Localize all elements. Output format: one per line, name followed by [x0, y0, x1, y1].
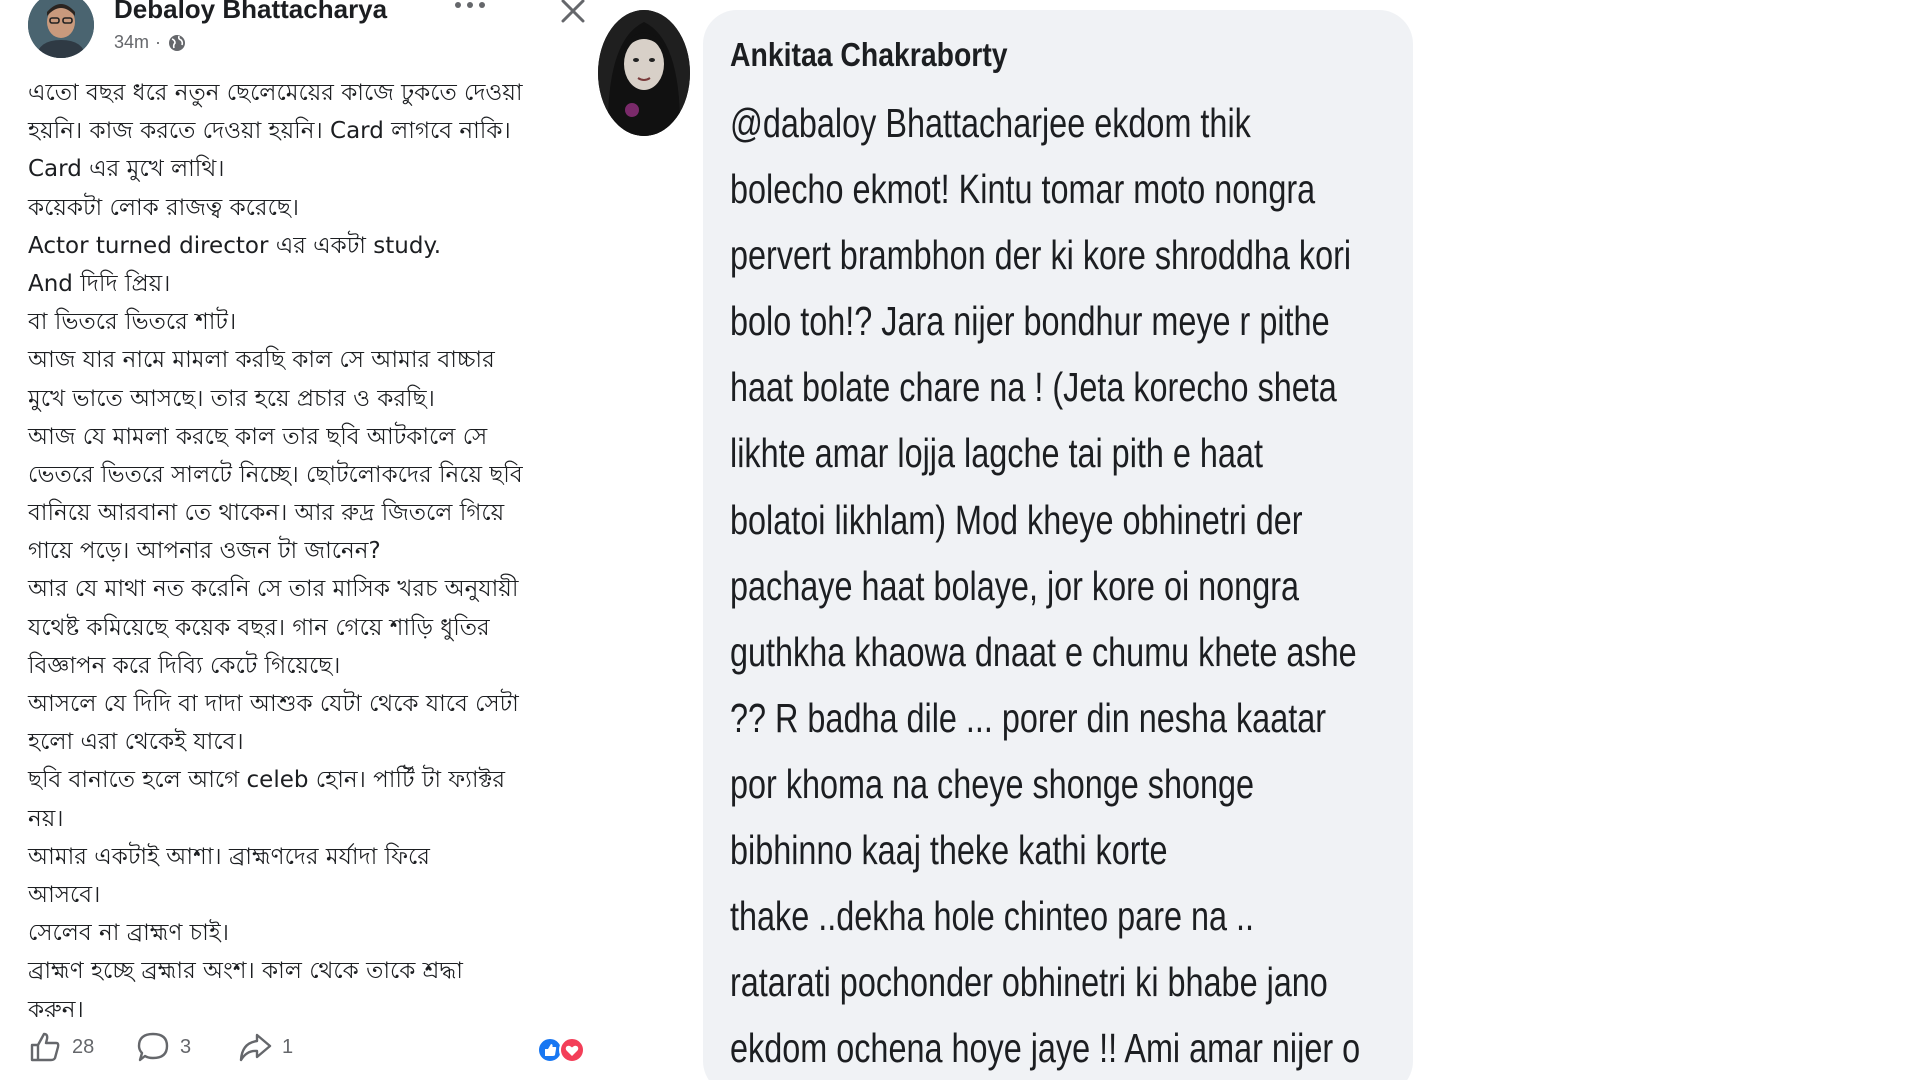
share-button[interactable]: 1 [238, 1030, 293, 1064]
comment-bubble: Ankitaa Chakraborty @dabaloy Bhattacharj… [703, 10, 1413, 1080]
post-line: Card এর মুখে লাথি। [28, 156, 225, 183]
post-line: ছবি বানাতে হলে আগে celeb হোন। পার্টি টা … [28, 767, 506, 794]
post-line: সেলেব না ব্রাহ্মণ চাই। [28, 920, 229, 947]
post-line: আজ যে মামলা করছে কাল তার ছবি আটকালে সে [28, 423, 488, 450]
love-reaction-icon [559, 1037, 585, 1063]
close-icon[interactable] [560, 0, 586, 24]
facebook-post: Debaloy Bhattacharya 34m · এতো বছর ধরে ন… [10, 0, 595, 1080]
post-line: মুখে ভাতে আসছে। তার হয়ে প্রচার ও করছি। [28, 385, 435, 412]
comment-line: pachaye haat bolaye, jor kore oi nongra [730, 562, 1300, 609]
comment-button[interactable]: 3 [136, 1030, 191, 1064]
post-time[interactable]: 34m [114, 32, 149, 53]
more-options-icon[interactable] [453, 0, 487, 12]
comment-line: likhte amar lojja lagche tai pith e haat [730, 430, 1263, 477]
post-header: Debaloy Bhattacharya 34m · [28, 0, 598, 65]
comment-line: bibhinno kaaj theke kathi korte [730, 827, 1168, 874]
comment-line: por khoma na cheye shonge shonge [730, 760, 1255, 807]
post-line: ব্রাহ্মণ হচ্ছে ব্রহ্মার অংশ। কাল থেকে তা… [28, 958, 463, 985]
avatar-photo [28, 0, 94, 58]
post-line: আমার একটাই আশা। ব্রাহ্মণদের মর্যাদা ফিরে [28, 843, 430, 870]
post-line: যথেষ্ট কমিয়েছে কয়েক বছর। গান গেয়ে শাড… [28, 614, 490, 641]
post-line: হলো এরা থেকেই যাবে। [28, 729, 244, 756]
share-arrow-icon [239, 1033, 272, 1062]
share-count: 1 [282, 1035, 294, 1058]
commenter-avatar-photo [598, 10, 690, 136]
commenter-name[interactable]: Ankitaa Chakraborty [730, 36, 1008, 74]
comment-line: bolatoi likhlam) Mod kheye obhinetri der [730, 496, 1303, 543]
post-line: ভেতরে ভিতরে সালটে নিচ্ছে। ছোটলোকদের নিয়… [28, 461, 523, 488]
screenshot-page: Debaloy Bhattacharya 34m · এতো বছর ধরে ন… [0, 0, 1920, 1080]
post-line: হয়নি। কাজ করতে দেওয়া হয়নি। Card লাগবে… [28, 118, 511, 145]
post-line: বা ভিতরে ভিতরে শাট। [28, 309, 237, 336]
post-line: আর যে মাথা নত করেনি সে তার মাসিক খরচ অনু… [28, 576, 519, 603]
comment-line: pervert brambhon der ki kore shroddha ko… [730, 232, 1352, 279]
post-text: এতো বছর ধরে নতুন ছেলেমেয়ের কাজে ঢুকতে দ… [28, 74, 588, 1029]
comment-line: guthkha khaowa dnaat e chumu khete ashe [730, 628, 1357, 675]
globe-icon[interactable] [167, 33, 187, 53]
post-line: আজ যার নামে মামলা করছি কাল সে আমার বাচ্চ… [28, 347, 495, 374]
post-line: কয়েকটা লোক রাজত্ব করেছে। [28, 194, 299, 221]
post-actions-bar: 28 3 1 [28, 1030, 588, 1070]
comment-line: bolo toh!? Jara nijer bondhur meye r pit… [730, 298, 1330, 345]
comment-line: ratarati pochonder obhinetri ki bhabe ja… [730, 959, 1328, 1006]
post-line: নয়। [28, 805, 64, 832]
comment-bubble-icon [137, 1032, 169, 1062]
post-line: আসলে যে দিদি বা দাদা আশুক যেটা থেকে যাবে… [28, 691, 519, 717]
post-line: And দিদি প্রিয়। [28, 270, 171, 297]
reactions-summary[interactable] [536, 1036, 590, 1064]
post-line: বিজ্ঞাপন করে দিব্যি কেটে গিয়েছে। [28, 652, 341, 679]
comment-line: thake ..dekha hole chinteo pare na .. [730, 893, 1255, 940]
post-line: এতো বছর ধরে নতুন ছেলেমেয়ের কাজে ঢুকতে দ… [28, 80, 523, 106]
post-meta: 34m · [114, 32, 187, 53]
post-line: বানিয়ে আরবানা তে থাকেন। আর রুদ্র জিতলে … [28, 500, 505, 527]
post-line: গায়ে পড়ে। আপনার ওজন টা জানেন? [28, 538, 381, 565]
comment-line: bolecho ekmot! Kintu tomar moto nongra [730, 166, 1316, 213]
like-button[interactable]: 28 [28, 1030, 94, 1064]
author-name[interactable]: Debaloy Bhattacharya [114, 0, 387, 25]
comment-line: ekdom ochena hoye jaye !! Ami amar nijer… [730, 1025, 1361, 1072]
comment-count: 3 [180, 1035, 192, 1058]
commenter-avatar[interactable] [598, 10, 690, 136]
like-reaction-icon [537, 1037, 563, 1063]
thumbs-up-icon [30, 1032, 60, 1062]
like-count: 28 [72, 1035, 95, 1058]
comment-line: ?? R badha dile ... porer din nesha kaat… [730, 694, 1327, 741]
comment-line: haat bolate chare na ! (Jeta korecho she… [730, 364, 1337, 411]
comment-text: @dabaloy Bhattacharjee ekdom thik bolech… [730, 90, 1430, 1080]
post-line: করুন। [28, 996, 84, 1023]
comment-line: @dabaloy Bhattacharjee ekdom thik [730, 100, 1251, 146]
meta-separator: · [155, 32, 162, 52]
post-line: Actor turned director এর একটা study. [28, 232, 442, 259]
author-avatar[interactable] [28, 0, 94, 58]
post-line: আসবে। [28, 881, 101, 908]
